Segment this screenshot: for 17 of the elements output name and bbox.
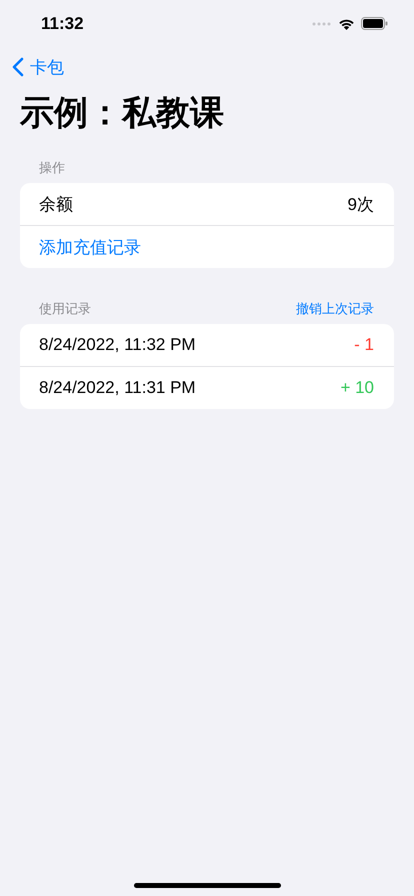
- record-time: 8/24/2022, 11:31 PM: [39, 378, 196, 398]
- page-title: 示例：私教课: [20, 93, 225, 134]
- signal-icon: [312, 22, 332, 26]
- section-header: 操作: [39, 159, 65, 177]
- add-record-link[interactable]: 添加充值记录: [39, 236, 141, 258]
- record-change: - 1: [354, 335, 374, 355]
- balance-value: 9次: [348, 194, 374, 216]
- wifi-icon: [338, 18, 355, 30]
- back-button[interactable]: 卡包: [12, 56, 64, 78]
- record-change: + 10: [340, 378, 374, 398]
- battery-icon: [361, 17, 388, 30]
- status-time: 11:32: [41, 14, 84, 34]
- chevron-left-icon: [12, 57, 24, 77]
- balance-label: 余额: [39, 194, 73, 216]
- section-header: 使用记录: [39, 300, 91, 318]
- record-time: 8/24/2022, 11:32 PM: [39, 335, 196, 355]
- undo-link[interactable]: 撤销上次记录: [296, 300, 374, 318]
